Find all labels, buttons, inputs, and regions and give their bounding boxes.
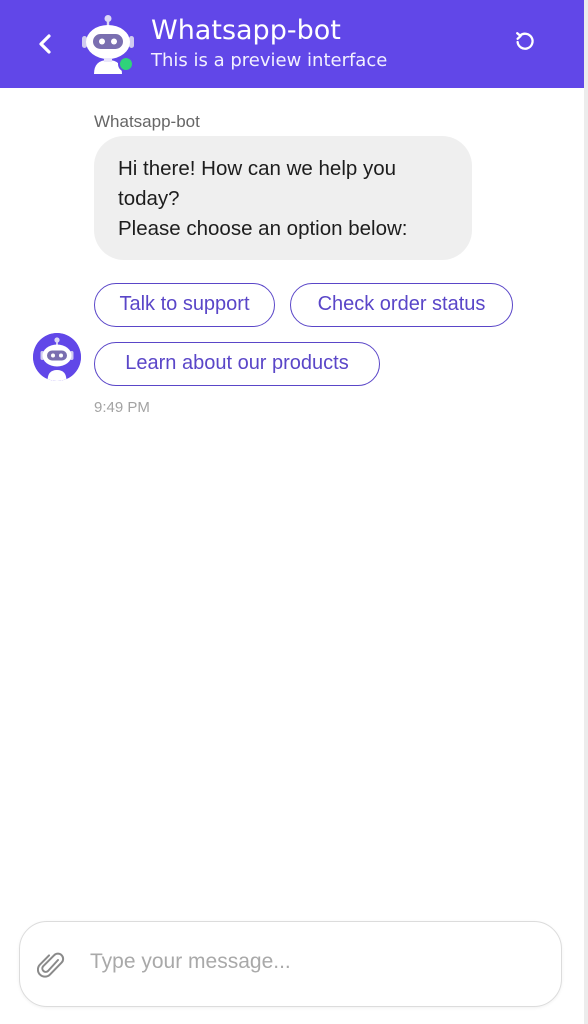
chat-window: Whatsapp-bot This is a preview interface… xyxy=(0,0,588,1024)
bot-message-avatar-icon xyxy=(33,333,81,381)
refresh-button[interactable] xyxy=(508,24,542,58)
message-line: today? xyxy=(118,187,180,210)
online-status-dot xyxy=(118,56,134,72)
message-line: Please choose an option below: xyxy=(118,217,408,240)
chat-header: Whatsapp-bot This is a preview interface xyxy=(0,0,584,88)
back-button[interactable] xyxy=(28,26,62,62)
message-line: Hi there! How can we help you xyxy=(118,157,397,180)
bot-message-bubble: Hi there! How can we help you today? Ple… xyxy=(94,136,472,260)
chat-title: Whatsapp-bot xyxy=(151,15,341,46)
option-talk-to-support-button[interactable]: Talk to support xyxy=(94,283,275,327)
refresh-icon xyxy=(516,32,534,50)
message-timestamp: 9:49 PM xyxy=(94,399,150,416)
message-input[interactable] xyxy=(90,944,530,980)
attach-button[interactable] xyxy=(36,946,66,980)
sender-name: Whatsapp-bot xyxy=(94,112,200,131)
chat-subtitle: This is a preview interface xyxy=(151,50,388,71)
option-check-order-status-button[interactable]: Check order status xyxy=(290,283,513,327)
paperclip-icon xyxy=(37,952,65,978)
option-learn-about-products-button[interactable]: Learn about our products xyxy=(94,342,380,386)
chevron-left-icon xyxy=(39,34,51,54)
